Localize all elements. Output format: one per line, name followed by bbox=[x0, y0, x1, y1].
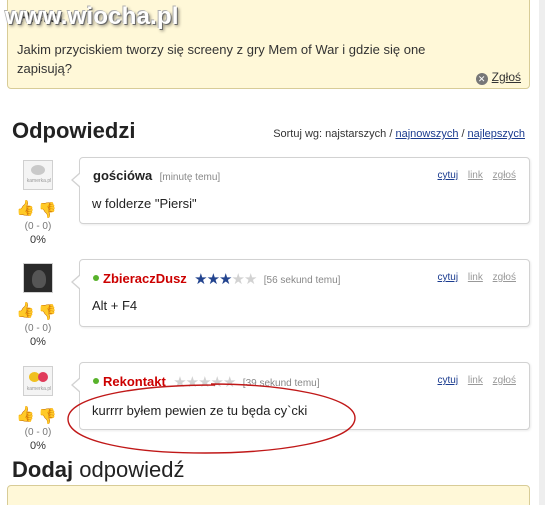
answer-bubble: Rekontakt ★★★★★ [39 sekund temu] cytuj l… bbox=[71, 362, 530, 430]
vote-counts: (0 - 0) bbox=[24, 323, 52, 334]
permalink-link[interactable]: link bbox=[468, 272, 483, 283]
answer-text: Alt + F4 bbox=[92, 298, 138, 313]
vote-widget: 👍 👍 (0 - 0) 0% bbox=[16, 302, 60, 348]
vote-widget: 👍 👍 (0 - 0) 0% bbox=[16, 406, 60, 452]
avatar-caption: kamerka.pl bbox=[26, 178, 52, 184]
rating-stars: ★★★★★ bbox=[194, 270, 258, 288]
sort-separator: / bbox=[461, 128, 465, 140]
thumb-down-icon[interactable]: 👍 bbox=[38, 302, 57, 320]
answer-timestamp: [56 sekund temu] bbox=[263, 275, 341, 286]
site-watermark: www.wiocha.pl bbox=[5, 3, 179, 30]
permalink-link[interactable]: link bbox=[468, 170, 483, 181]
answer-author[interactable]: Rekontakt bbox=[103, 374, 166, 389]
answer-author[interactable]: gościówa bbox=[93, 168, 152, 183]
answer-author[interactable]: ZbieraczDusz bbox=[103, 271, 187, 286]
answers-heading: Odpowiedzi bbox=[12, 118, 136, 143]
vote-percent: 0% bbox=[30, 440, 46, 452]
answer-bubble: gościówa [minutę temu] cytuj link zgłoś … bbox=[71, 157, 530, 224]
quote-link[interactable]: cytuj bbox=[438, 272, 459, 283]
answer-actions: cytuj link zgłoś bbox=[431, 375, 517, 386]
vote-counts: (0 - 0) bbox=[24, 427, 52, 438]
online-status-icon bbox=[93, 378, 99, 384]
answer-timestamp: [39 sekund temu] bbox=[242, 378, 320, 389]
answer-avatar[interactable]: kamerka.pl bbox=[23, 160, 53, 190]
rating-stars: ★★★★★ bbox=[173, 373, 236, 391]
quote-link[interactable]: cytuj bbox=[438, 375, 459, 386]
answer-actions: cytuj link zgłoś bbox=[431, 170, 517, 181]
vote-counts: (0 - 0) bbox=[24, 221, 52, 232]
sort-best-link[interactable]: najlepszych bbox=[468, 128, 525, 140]
report-question-button[interactable]: ✕ Zgłoś bbox=[475, 70, 521, 85]
answer-bubble: ZbieraczDusz ★★★★★ [56 sekund temu] cytu… bbox=[71, 259, 530, 327]
close-icon: ✕ bbox=[475, 73, 488, 85]
question-text: Jakim przyciskiem tworzy się screeny z g… bbox=[17, 42, 426, 76]
report-answer-link[interactable]: zgłoś bbox=[493, 170, 516, 181]
page-right-edge bbox=[539, 0, 545, 505]
answer-text: w folderze "Piersi" bbox=[92, 196, 197, 211]
add-answer-heading: Dodaj odpowiedź bbox=[12, 457, 184, 483]
report-question-label: Zgłoś bbox=[491, 70, 521, 84]
answer-avatar[interactable]: kamerka.pl bbox=[23, 366, 53, 396]
star-icon: ★★★ bbox=[194, 271, 232, 288]
add-answer-heading-rest: odpowiedź bbox=[79, 457, 185, 482]
thumb-up-icon[interactable]: 👍 bbox=[16, 200, 35, 218]
online-status-icon bbox=[93, 275, 99, 281]
answer-actions: cytuj link zgłoś bbox=[431, 272, 517, 283]
star-icon: ★★ bbox=[231, 271, 258, 288]
thumb-down-icon[interactable]: 👍 bbox=[38, 200, 57, 218]
vote-widget: 👍 👍 (0 - 0) 0% bbox=[16, 200, 60, 246]
thumb-up-icon[interactable]: 👍 bbox=[16, 406, 35, 424]
add-answer-heading-bold: Dodaj bbox=[12, 457, 74, 482]
sort-label: Sortuj wg: najstarszych / bbox=[273, 128, 393, 140]
report-answer-link[interactable]: zgłoś bbox=[493, 375, 516, 386]
sort-bar: Sortuj wg: najstarszych / najnowszych / na… bbox=[273, 128, 525, 140]
thumb-down-icon[interactable]: 👍 bbox=[38, 406, 57, 424]
quote-link[interactable]: cytuj bbox=[438, 170, 459, 181]
answer-timestamp: [minutę temu] bbox=[159, 172, 221, 183]
avatar-caption: kamerka.pl bbox=[26, 386, 52, 392]
thumb-up-icon[interactable]: 👍 bbox=[16, 302, 35, 320]
report-answer-link[interactable]: zgłoś bbox=[493, 272, 516, 283]
answer-text: kurrrr byłem pewien ze tu będa cy`cki bbox=[92, 403, 308, 418]
vote-percent: 0% bbox=[30, 234, 46, 246]
add-answer-box[interactable] bbox=[7, 485, 530, 505]
answer-avatar[interactable] bbox=[23, 263, 53, 293]
star-icon: ★★★★★ bbox=[173, 374, 236, 391]
permalink-link[interactable]: link bbox=[468, 375, 483, 386]
sort-newest-link[interactable]: najnowszych bbox=[395, 128, 458, 140]
vote-percent: 0% bbox=[30, 336, 46, 348]
